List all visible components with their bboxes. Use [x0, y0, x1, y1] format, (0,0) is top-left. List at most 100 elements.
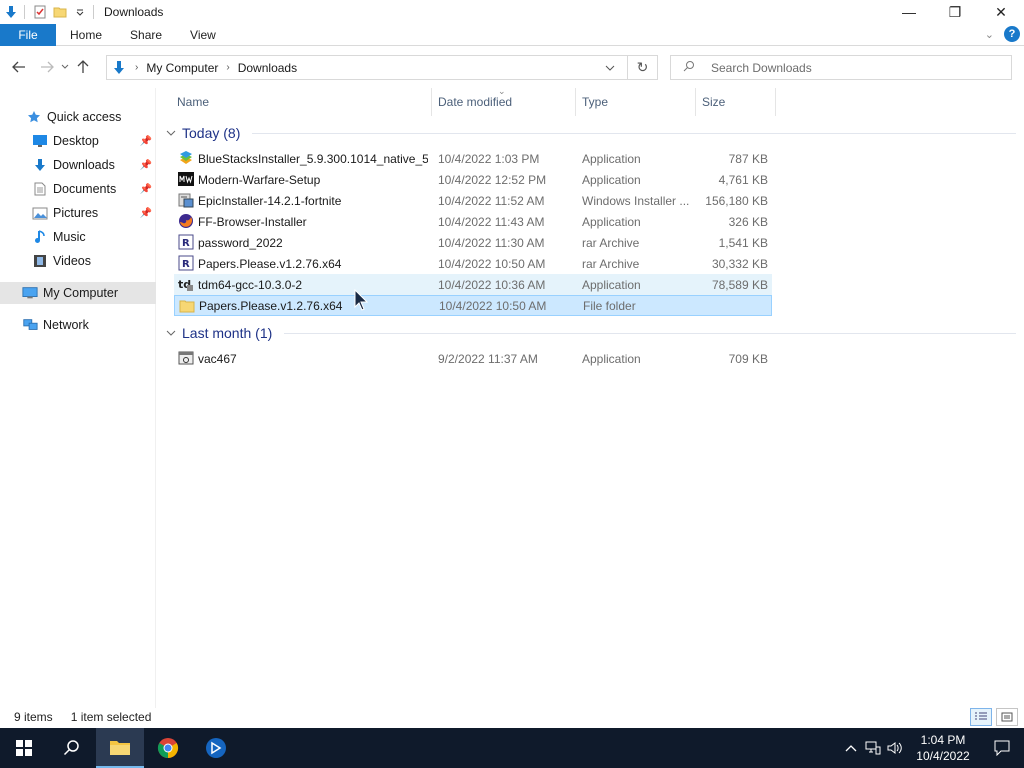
column-header-date-modified[interactable]: Date modified ⌄ — [432, 86, 576, 116]
properties-icon[interactable] — [31, 3, 49, 21]
close-button[interactable]: ✕ — [978, 0, 1024, 24]
clock-time: 1:04 PM — [920, 733, 966, 747]
nav-downloads[interactable]: Downloads 📌 — [0, 154, 156, 176]
group-header-last-month[interactable]: Last month (1) — [166, 322, 272, 344]
nav-item-label: Videos — [53, 254, 91, 268]
nav-quick-access[interactable]: Quick access — [0, 106, 156, 128]
table-row[interactable]: BlueStacksInstaller_5.9.300.1014_native_… — [174, 148, 772, 169]
window-controls: — ❐ ✕ — [886, 0, 1024, 24]
file-size: 1,541 KB — [718, 235, 768, 250]
taskbar: 1:04 PM 10/4/2022 — [0, 728, 1024, 768]
table-row[interactable]: Modern-Warfare-Setup 10/4/2022 12:52 PM … — [174, 169, 772, 190]
start-button[interactable] — [0, 728, 48, 768]
chevron-right-icon[interactable]: › — [222, 62, 233, 73]
file-name: vac467 — [198, 351, 237, 366]
file-date: 10/4/2022 10:50 AM — [438, 256, 546, 271]
group-header-today[interactable]: Today (8) — [166, 122, 240, 144]
nav-quick-access-label: Quick access — [47, 110, 122, 124]
nav-desktop[interactable]: Desktop 📌 — [0, 130, 156, 152]
nav-network[interactable]: Network — [0, 314, 156, 336]
tab-home[interactable]: Home — [56, 24, 116, 46]
group-label: Today (8) — [182, 125, 241, 141]
quick-access-toolbar — [0, 0, 98, 24]
table-row[interactable]: R password_2022 10/4/2022 11:30 AM rar A… — [174, 232, 772, 253]
file-size: 326 KB — [728, 214, 768, 229]
nav-documents[interactable]: Documents 📌 — [0, 178, 156, 200]
title-bar: Downloads — ❐ ✕ — [0, 0, 1024, 24]
tab-share[interactable]: Share — [116, 24, 176, 46]
firefox-icon — [178, 213, 194, 229]
network-status-icon[interactable] — [862, 728, 884, 768]
chevron-right-icon[interactable]: › — [131, 62, 142, 73]
back-button[interactable] — [8, 56, 30, 78]
details-view-icon[interactable] — [970, 708, 992, 726]
address-bar[interactable]: › My Computer › Downloads ↻ — [106, 55, 658, 80]
nav-music[interactable]: Music — [0, 226, 156, 248]
expand-ribbon-icon[interactable]: ⌄ — [985, 28, 994, 41]
recent-locations-dropdown[interactable] — [58, 56, 72, 78]
nav-my-computer-label: My Computer — [43, 286, 119, 300]
nav-pictures[interactable]: Pictures 📌 — [0, 202, 156, 224]
table-row[interactable]: td tdm64-gcc-10.3.0-2 10/4/2022 10:36 AM… — [174, 274, 772, 295]
downloads-icon — [32, 157, 48, 173]
chevron-down-icon[interactable] — [166, 328, 176, 339]
navigation-pane: Quick access Desktop 📌 Downloads 📌 Docum… — [0, 88, 156, 708]
nav-my-computer[interactable]: My Computer — [0, 282, 156, 304]
search-box[interactable]: Search Downloads — [670, 55, 1012, 80]
breadcrumb-downloads[interactable]: Downloads — [234, 61, 301, 75]
volume-icon[interactable] — [884, 728, 906, 768]
new-folder-icon[interactable] — [51, 3, 69, 21]
pin-icon[interactable]: 📌 — [140, 184, 152, 195]
group-divider — [284, 333, 1016, 334]
table-row[interactable]: vac467 9/2/2022 11:37 AM Application 709… — [174, 348, 772, 369]
breadcrumb-my-computer[interactable]: My Computer — [142, 61, 222, 75]
tab-view[interactable]: View — [176, 24, 230, 46]
refresh-icon[interactable]: ↻ — [627, 56, 657, 79]
toolbar-separator — [24, 5, 25, 19]
help-icon[interactable]: ? — [1004, 26, 1020, 42]
nav-videos[interactable]: Videos — [0, 250, 156, 272]
notifications-button[interactable] — [980, 728, 1024, 768]
chevron-up-icon[interactable] — [840, 728, 862, 768]
table-row[interactable]: Papers.Please.v1.2.76.x64 10/4/2022 10:5… — [174, 295, 772, 316]
pin-icon[interactable]: 📌 — [140, 160, 152, 171]
star-icon — [26, 109, 42, 125]
documents-icon — [32, 181, 48, 197]
table-row[interactable]: R Papers.Please.v1.2.76.x64 10/4/2022 10… — [174, 253, 772, 274]
file-explorer-taskbar-button[interactable] — [96, 728, 144, 768]
system-tray: 1:04 PM 10/4/2022 — [840, 728, 1024, 768]
table-row[interactable]: FF-Browser-Installer 10/4/2022 11:43 AM … — [174, 211, 772, 232]
file-date: 9/2/2022 11:37 AM — [438, 351, 538, 366]
file-name: EpicInstaller-14.2.1-fortnite — [198, 193, 342, 208]
search-icon — [683, 60, 699, 75]
search-taskbar-button[interactable] — [48, 728, 96, 768]
customize-toolbar-dropdown-icon[interactable] — [71, 3, 89, 21]
chevron-down-icon[interactable] — [166, 128, 176, 139]
tdm-icon: td — [178, 276, 194, 292]
address-dropdown-icon[interactable] — [599, 56, 621, 79]
file-size: 78,589 KB — [711, 277, 768, 292]
file-name: Papers.Please.v1.2.76.x64 — [198, 256, 342, 271]
file-type: Application — [582, 172, 641, 187]
app-taskbar-button[interactable] — [192, 728, 240, 768]
forward-button[interactable] — [36, 56, 58, 78]
minimize-button[interactable]: — — [886, 0, 932, 24]
pin-icon[interactable]: 📌 — [140, 208, 152, 219]
clock-date: 10/4/2022 — [916, 749, 970, 763]
file-type: Application — [582, 151, 641, 166]
maximize-button[interactable]: ❐ — [932, 0, 978, 24]
pin-icon[interactable]: 📌 — [140, 136, 152, 147]
large-icons-view-icon[interactable] — [996, 708, 1018, 726]
tab-file[interactable]: File — [0, 23, 56, 46]
file-type: Application — [582, 351, 641, 366]
column-header-type[interactable]: Type — [576, 88, 696, 116]
up-button[interactable] — [72, 56, 94, 78]
app-icon — [178, 350, 194, 366]
clock[interactable]: 1:04 PM 10/4/2022 — [906, 732, 980, 764]
column-header-size[interactable]: Size — [696, 88, 776, 116]
chrome-taskbar-button[interactable] — [144, 728, 192, 768]
table-row[interactable]: EpicInstaller-14.2.1-fortnite 10/4/2022 … — [174, 190, 772, 211]
videos-icon — [32, 253, 48, 269]
toolbar-separator — [93, 5, 94, 19]
column-header-name[interactable]: Name — [160, 88, 432, 116]
